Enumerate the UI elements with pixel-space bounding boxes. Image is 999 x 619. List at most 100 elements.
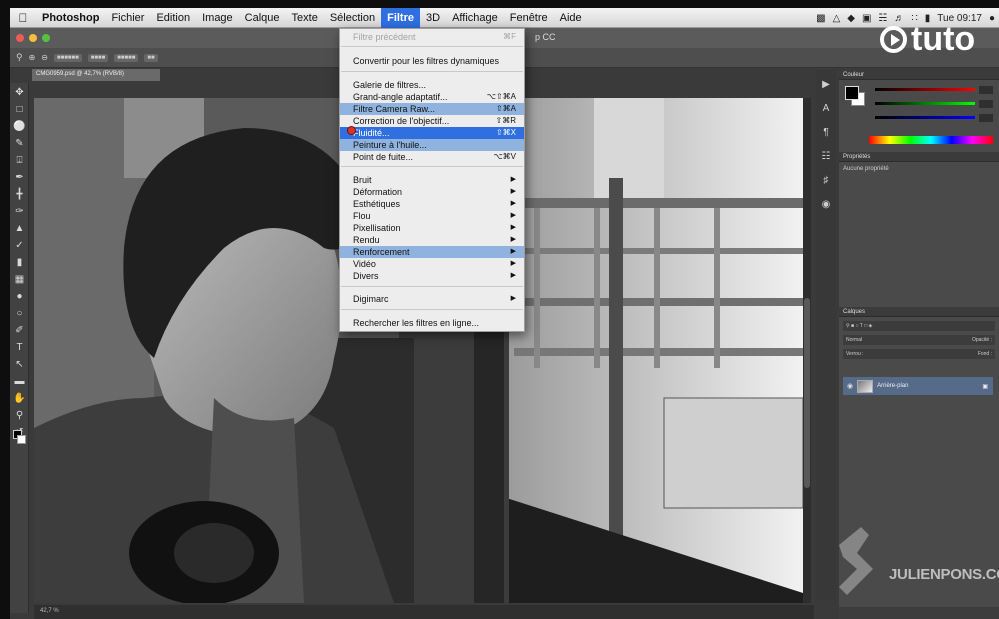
menu-aide[interactable]: Aide (554, 8, 588, 28)
menu-item-video[interactable]: Vidéo ▶ (340, 258, 524, 270)
path-select-icon[interactable]: ↖ (13, 358, 26, 371)
color-panel-header[interactable]: Couleur (839, 70, 999, 80)
canvas-scrollbar[interactable] (803, 98, 811, 603)
gradient-tool-icon[interactable]: ▦ (13, 273, 26, 286)
display-icon[interactable]: ▣ (862, 13, 871, 24)
menu-item-blur[interactable]: Flou ▶ (340, 210, 524, 222)
menu-3d[interactable]: 3D (420, 8, 446, 28)
green-slider[interactable] (875, 102, 975, 105)
menu-item-filter-gallery[interactable]: Galerie de filtres... (340, 79, 524, 91)
zoom-out-icon[interactable]: ⊖ (41, 53, 48, 62)
info-icon[interactable]: ◉ (819, 198, 833, 212)
menu-item-render[interactable]: Rendu ▶ (340, 234, 524, 246)
type-tool-icon[interactable]: T (13, 341, 26, 354)
user-icon[interactable]: ● (989, 13, 995, 24)
option-chip[interactable]: ■■■■■ (114, 53, 139, 62)
paragraph-icon[interactable]: ¶ (819, 126, 833, 140)
option-chip[interactable]: ■■ (144, 53, 158, 62)
hand-tool-icon[interactable]: ✋ (13, 392, 26, 405)
option-chip[interactable]: ■■■■ (87, 53, 109, 62)
stamp-tool-icon[interactable]: ▲ (13, 222, 26, 235)
green-value[interactable] (979, 100, 993, 108)
menu-selection[interactable]: Sélection (324, 8, 381, 28)
menu-item-camera-raw[interactable]: Filtre Camera Raw... ⇧⌘A (340, 103, 524, 115)
brush-tool-icon[interactable]: ✑ (13, 205, 26, 218)
color-spectrum[interactable] (869, 136, 993, 144)
zoom-level[interactable]: 42,7 % (40, 608, 59, 614)
healing-tool-icon[interactable]: ╋ (13, 188, 26, 201)
shield-icon[interactable]: △ (833, 13, 841, 24)
cc-icon[interactable]: ▩ (816, 13, 825, 24)
lasso-tool-icon[interactable]: ⚪ (13, 120, 26, 133)
character-icon[interactable]: A (819, 102, 833, 116)
blur-tool-icon[interactable]: ● (13, 290, 26, 303)
menu-item-sharpen[interactable]: Renforcement ▶ (340, 246, 524, 258)
blue-slider[interactable] (875, 116, 975, 119)
menu-image[interactable]: Image (196, 8, 239, 28)
properties-panel-header[interactable]: Propriétés (839, 152, 999, 162)
menu-affichage[interactable]: Affichage (446, 8, 504, 28)
menu-item-browse-online[interactable]: Rechercher les filtres en ligne... (340, 317, 524, 329)
styles-icon[interactable]: ♯ (819, 174, 833, 188)
red-value[interactable] (979, 86, 993, 94)
menu-item-last-filter[interactable]: Filtre précédent ⌘F (340, 31, 524, 43)
menu-item-digimarc[interactable]: Digimarc ▶ (340, 293, 524, 305)
layer-row[interactable]: ◉ Arrière-plan ▣ (843, 377, 993, 395)
red-slider[interactable] (875, 88, 975, 91)
layer-filter-row[interactable]: ⚲ ■ ○ T □ ◈ (843, 321, 995, 331)
fill-label: Fond : (977, 351, 992, 357)
zoom-tool-icon[interactable]: ⚲ (16, 52, 23, 63)
quick-select-tool-icon[interactable]: ✎ (13, 137, 26, 150)
marquee-tool-icon[interactable]: □ (13, 103, 26, 116)
color-foreground-swatch[interactable] (845, 86, 859, 100)
blend-mode-select[interactable]: Normal (846, 337, 862, 343)
blue-value[interactable] (979, 114, 993, 122)
zoom-icon[interactable] (42, 34, 50, 42)
play-icon (880, 25, 907, 53)
menu-app[interactable]: Photoshop (36, 8, 105, 28)
minimize-icon[interactable] (29, 34, 37, 42)
dodge-tool-icon[interactable]: ○ (13, 307, 26, 320)
menu-item-other[interactable]: Divers ▶ (340, 270, 524, 282)
tuto-logo: tuto (880, 21, 975, 57)
filter-menu: Filtre précédent ⌘F Convertir pour les fi… (339, 28, 525, 332)
background-color[interactable] (17, 435, 26, 444)
shape-tool-icon[interactable]: ▬ (13, 375, 26, 388)
menu-item-noise[interactable]: Bruit ▶ (340, 174, 524, 186)
tools-panel: ✥ □ ⚪ ✎ ⍗ ✒ ╋ ✑ ▲ ✓ ▮ ▦ ● ○ ✐ T ↖ ▬ ✋ ⚲ … (10, 83, 29, 613)
menu-item-pixelate[interactable]: Pixellisation ▶ (340, 222, 524, 234)
crop-tool-icon[interactable]: ⍗ (13, 154, 26, 167)
apple-icon[interactable]:  (10, 11, 36, 25)
menu-fichier[interactable]: Fichier (105, 8, 150, 28)
menu-texte[interactable]: Texte (286, 8, 324, 28)
history-brush-icon[interactable]: ✓ (13, 239, 26, 252)
menu-item-liquify[interactable]: Fluidité... ⇧⌘X (340, 127, 524, 139)
menu-item-vanishing-point[interactable]: Point de fuite... ⌥⌘V (340, 151, 524, 163)
close-icon[interactable] (16, 34, 24, 42)
menu-item-distort[interactable]: Déformation ▶ (340, 186, 524, 198)
eye-icon[interactable]: ◉ (847, 382, 853, 390)
history-icon[interactable]: ▶ (819, 78, 833, 92)
menu-item-oil-paint[interactable]: Peinture à l'huile... (340, 139, 524, 151)
brush-presets-icon[interactable]: ☷ (819, 150, 833, 164)
menu-item-adaptive-wide-angle[interactable]: Grand-angle adaptatif... ⌥⇧⌘A (340, 91, 524, 103)
status-bar: 42,7 % (34, 605, 814, 619)
eyedropper-tool-icon[interactable]: ✒ (13, 171, 26, 184)
zoom-in-icon[interactable]: ⊕ (29, 53, 36, 62)
move-tool-icon[interactable]: ✥ (13, 86, 26, 99)
menu-filtre[interactable]: Filtre (381, 8, 420, 28)
menu-item-convert-smart[interactable]: Convertir pour les filtres dynamiques (340, 55, 524, 67)
pen-tool-icon[interactable]: ✐ (13, 324, 26, 337)
option-chip[interactable]: ■■■■■■ (54, 53, 82, 62)
zoom-tool-icon[interactable]: ⚲ (13, 409, 26, 422)
menu-item-lens-correction[interactable]: Correction de l'objectif... ⇧⌘R (340, 115, 524, 127)
layers-panel-header[interactable]: Calques (839, 307, 999, 317)
menu-item-stylize[interactable]: Esthétiques ▶ (340, 198, 524, 210)
menu-edition[interactable]: Edition (150, 8, 196, 28)
dropbox-icon[interactable]: ◆ (847, 13, 855, 24)
scroll-thumb[interactable] (804, 298, 810, 488)
menu-fenetre[interactable]: Fenêtre (504, 8, 554, 28)
document-tab[interactable]: CMG0959.psd @ 42,7% (RVB/8) (32, 69, 160, 81)
eraser-tool-icon[interactable]: ▮ (13, 256, 26, 269)
menu-calque[interactable]: Calque (239, 8, 286, 28)
